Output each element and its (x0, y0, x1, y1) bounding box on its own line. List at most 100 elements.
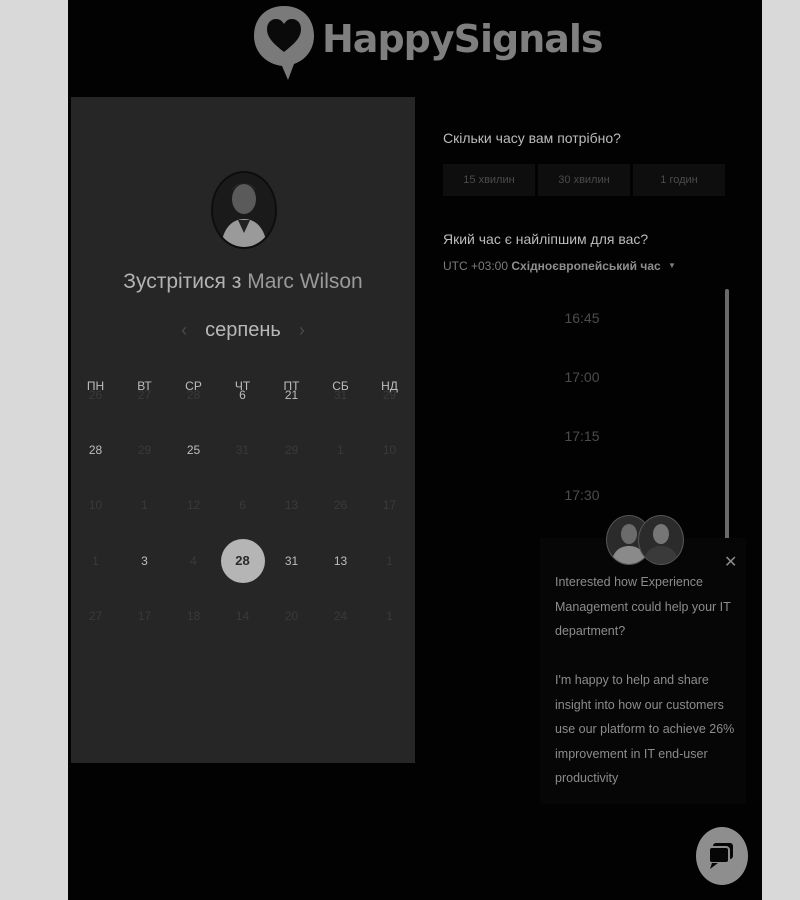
calendar-day-number: 1 (141, 498, 148, 512)
calendar-day: 27 (120, 373, 169, 417)
calendar-day-number: 29 (284, 443, 299, 457)
chat-agent-avatars (606, 515, 686, 565)
time-slot[interactable]: 17:00 (442, 348, 722, 406)
calendar-day: 31 (218, 428, 267, 472)
close-icon[interactable]: ✕ (724, 552, 737, 572)
calendar-day-number: 1 (337, 443, 344, 457)
calendar-day-number: 1 (386, 609, 393, 623)
calendar-day[interactable]: 3 (120, 539, 169, 583)
calendar-day: 29 (120, 428, 169, 472)
calendar-day-number: 6 (239, 498, 246, 512)
duration-question: Скільки часу вам потрібно? (443, 130, 621, 146)
calendar-day: 1 (71, 539, 120, 583)
calendar-day-number: 21 (284, 388, 299, 402)
timezone-name: Східноєвропейський час (511, 259, 661, 273)
calendar-day[interactable]: 28 (71, 428, 120, 472)
chat-message: Interested how Experience Management cou… (555, 570, 743, 791)
duration-60-button[interactable]: 1 годин (633, 164, 725, 196)
calendar-day-selected[interactable]: 28 (218, 539, 267, 583)
calendar-day[interactable]: 13 (316, 539, 365, 583)
calendar-day: 12 (169, 483, 218, 527)
calendar-day-number: 24 (333, 609, 348, 623)
calendar-day-number: 20 (284, 609, 299, 623)
calendar-day-number: 4 (190, 554, 197, 568)
chevron-left-icon[interactable]: ‹ (181, 320, 187, 341)
chat-bubbles-icon (708, 843, 733, 869)
chat-launcher-button[interactable] (696, 827, 748, 885)
calendar-day: 29 (267, 428, 316, 472)
calendar-day-number: 25 (186, 443, 201, 457)
calendar-day: 1 (365, 594, 414, 638)
calendar-day: 13 (267, 483, 316, 527)
agent-avatar (638, 515, 684, 565)
calendar-day: 24 (316, 594, 365, 638)
calendar-day: 1 (365, 539, 414, 583)
calendar-day-number: 28 (186, 388, 201, 402)
calendar-day-number: 10 (382, 443, 397, 457)
calendar-day-number: 3 (141, 554, 148, 568)
calendar-day-number: 1 (92, 554, 99, 568)
calendar-day: 20 (267, 594, 316, 638)
host-name: Marc Wilson (247, 270, 363, 293)
calendar-day-number: 31 (333, 388, 348, 402)
caret-down-icon: ▼ (668, 261, 676, 270)
calendar-day-number: 29 (137, 443, 152, 457)
calendar-week-row: 10 1 12 6 13 26 17 (71, 483, 415, 527)
calendar-week-row: 1 3 4 28 31 13 1 (71, 539, 415, 583)
calendar-day-number: 10 (88, 498, 103, 512)
host-avatar (211, 171, 277, 249)
time-slot-scrollbar[interactable] (725, 289, 729, 541)
meeting-title: Зустрітися з Marc Wilson (71, 270, 415, 294)
calendar-day-number: 28 (88, 443, 103, 457)
calendar-day-number: 31 (284, 554, 299, 568)
calendar-day: 6 (218, 483, 267, 527)
calendar-day-number: 26 (88, 388, 103, 402)
calendar-day-number: 18 (186, 609, 201, 623)
brand-name: HappySignals (322, 17, 604, 61)
calendar-panel: Зустрітися з Marc Wilson ‹ серпень › ПН В… (71, 97, 415, 763)
calendar-day-number: 28 (220, 539, 265, 583)
time-question: Який час є найліпшим для вас? (443, 231, 649, 247)
calendar-day: 4 (169, 539, 218, 583)
month-label: серпень (205, 318, 281, 341)
calendar-day-number: 14 (235, 609, 250, 623)
timezone-selector[interactable]: UTC +03:00 Східноєвропейський час ▼ (443, 259, 676, 273)
time-slot[interactable]: 17:15 (442, 407, 722, 465)
time-slot[interactable]: 16:45 (442, 289, 722, 347)
duration-options: 15 хвилин 30 хвилин 1 годин (443, 164, 725, 196)
calendar-day: 17 (365, 483, 414, 527)
calendar-day-number: 12 (186, 498, 201, 512)
calendar-day: 18 (169, 594, 218, 638)
calendar-day: 29 (365, 373, 414, 417)
calendar-day[interactable]: 31 (267, 539, 316, 583)
calendar-day-number: 27 (137, 388, 152, 402)
calendar-day-number: 13 (284, 498, 299, 512)
calendar-day-number: 17 (382, 498, 397, 512)
calendar-day-number: 31 (235, 443, 250, 457)
month-navigator: ‹ серпень › (71, 316, 415, 344)
chat-message-2: I'm happy to help and share insight into… (555, 673, 735, 785)
calendar-week-row: 28 29 25 31 29 1 10 (71, 428, 415, 472)
calendar-day-number: 26 (333, 498, 348, 512)
duration-15-button[interactable]: 15 хвилин (443, 164, 535, 196)
calendar-day-number: 13 (333, 554, 348, 568)
calendar-day[interactable]: 6 (218, 373, 267, 417)
happysignals-logo[interactable]: HappySignals (252, 2, 604, 82)
calendar-day: 31 (316, 373, 365, 417)
chevron-right-icon[interactable]: › (299, 320, 305, 341)
calendar-day: 27 (71, 594, 120, 638)
host-portrait-icon (213, 173, 275, 247)
calendar-day: 1 (316, 428, 365, 472)
calendar-day: 26 (71, 373, 120, 417)
calendar-day: 10 (71, 483, 120, 527)
calendar-week-row: 26 27 28 6 21 31 29 (71, 373, 415, 417)
duration-30-button[interactable]: 30 хвилин (538, 164, 630, 196)
calendar-day: 28 (169, 373, 218, 417)
calendar-day[interactable]: 21 (267, 373, 316, 417)
calendar-grid: ПН ВТ СР ЧТ ПТ СБ НД 26 27 28 6 21 31 29 28 29 25 31 29 1 1… (71, 375, 415, 623)
calendar-day: 10 (365, 428, 414, 472)
header: HappySignals (68, 0, 762, 96)
calendar-day[interactable]: 25 (169, 428, 218, 472)
calendar-day: 14 (218, 594, 267, 638)
chat-message-1: Interested how Experience Management cou… (555, 575, 731, 638)
